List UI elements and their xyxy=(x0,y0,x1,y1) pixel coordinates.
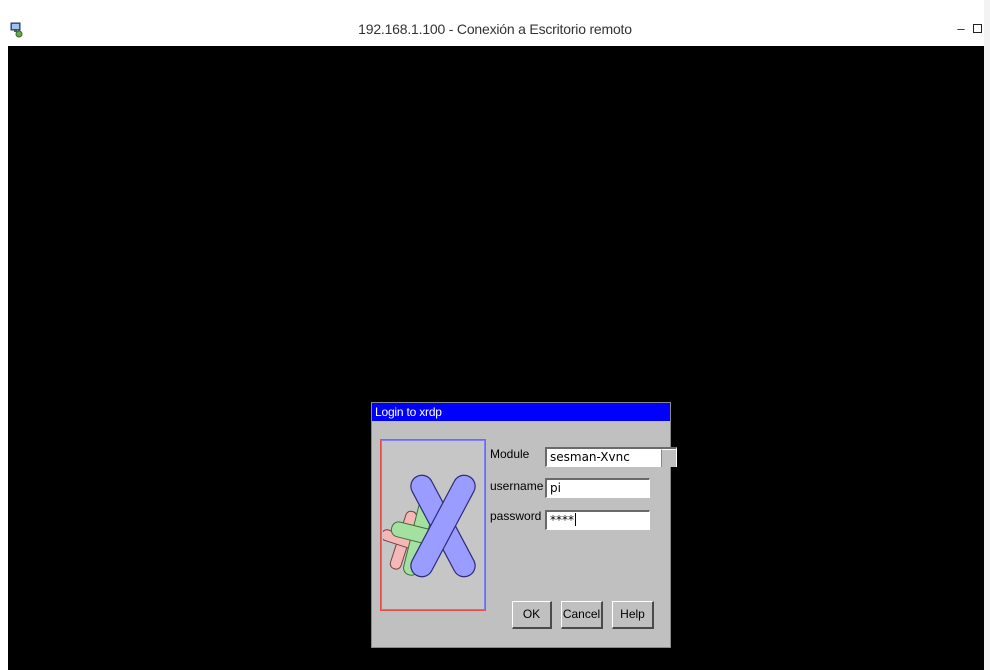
username-value: pi xyxy=(550,481,561,495)
username-label: username xyxy=(490,479,544,493)
window-titlebar[interactable]: 192.168.1.100 - Conexión a Escritorio re… xyxy=(0,0,990,46)
password-value: **** xyxy=(550,513,574,527)
help-button[interactable]: Help xyxy=(612,601,654,629)
minimize-icon: ‒ xyxy=(957,21,965,36)
module-value: sesman-Xvnc xyxy=(550,450,630,464)
password-label: password xyxy=(490,509,542,523)
window-edge xyxy=(984,0,990,670)
dialog-title[interactable]: Login to xrdp xyxy=(372,403,670,421)
ok-button[interactable]: OK xyxy=(512,601,552,629)
password-input[interactable]: **** xyxy=(545,510,650,530)
module-label: Module xyxy=(490,447,530,461)
window-title: 192.168.1.100 - Conexión a Escritorio re… xyxy=(358,21,632,37)
xrdp-logo-icon xyxy=(383,474,476,578)
dropdown-button-icon[interactable] xyxy=(661,449,676,467)
xrdp-login-dialog: Login to xrdp Module sesman-Xvnc usernam… xyxy=(371,402,677,648)
minimize-button[interactable]: ‒ xyxy=(954,20,968,38)
text-caret xyxy=(575,513,576,526)
maximize-button[interactable] xyxy=(970,20,984,38)
cancel-button[interactable]: Cancel xyxy=(561,601,603,629)
remote-desktop-window: 192.168.1.100 - Conexión a Escritorio re… xyxy=(0,0,990,670)
module-select[interactable]: sesman-Xvnc xyxy=(545,447,677,467)
username-input[interactable]: pi xyxy=(545,478,650,498)
xrdp-logo-frame xyxy=(380,439,486,611)
maximize-icon xyxy=(972,24,982,33)
